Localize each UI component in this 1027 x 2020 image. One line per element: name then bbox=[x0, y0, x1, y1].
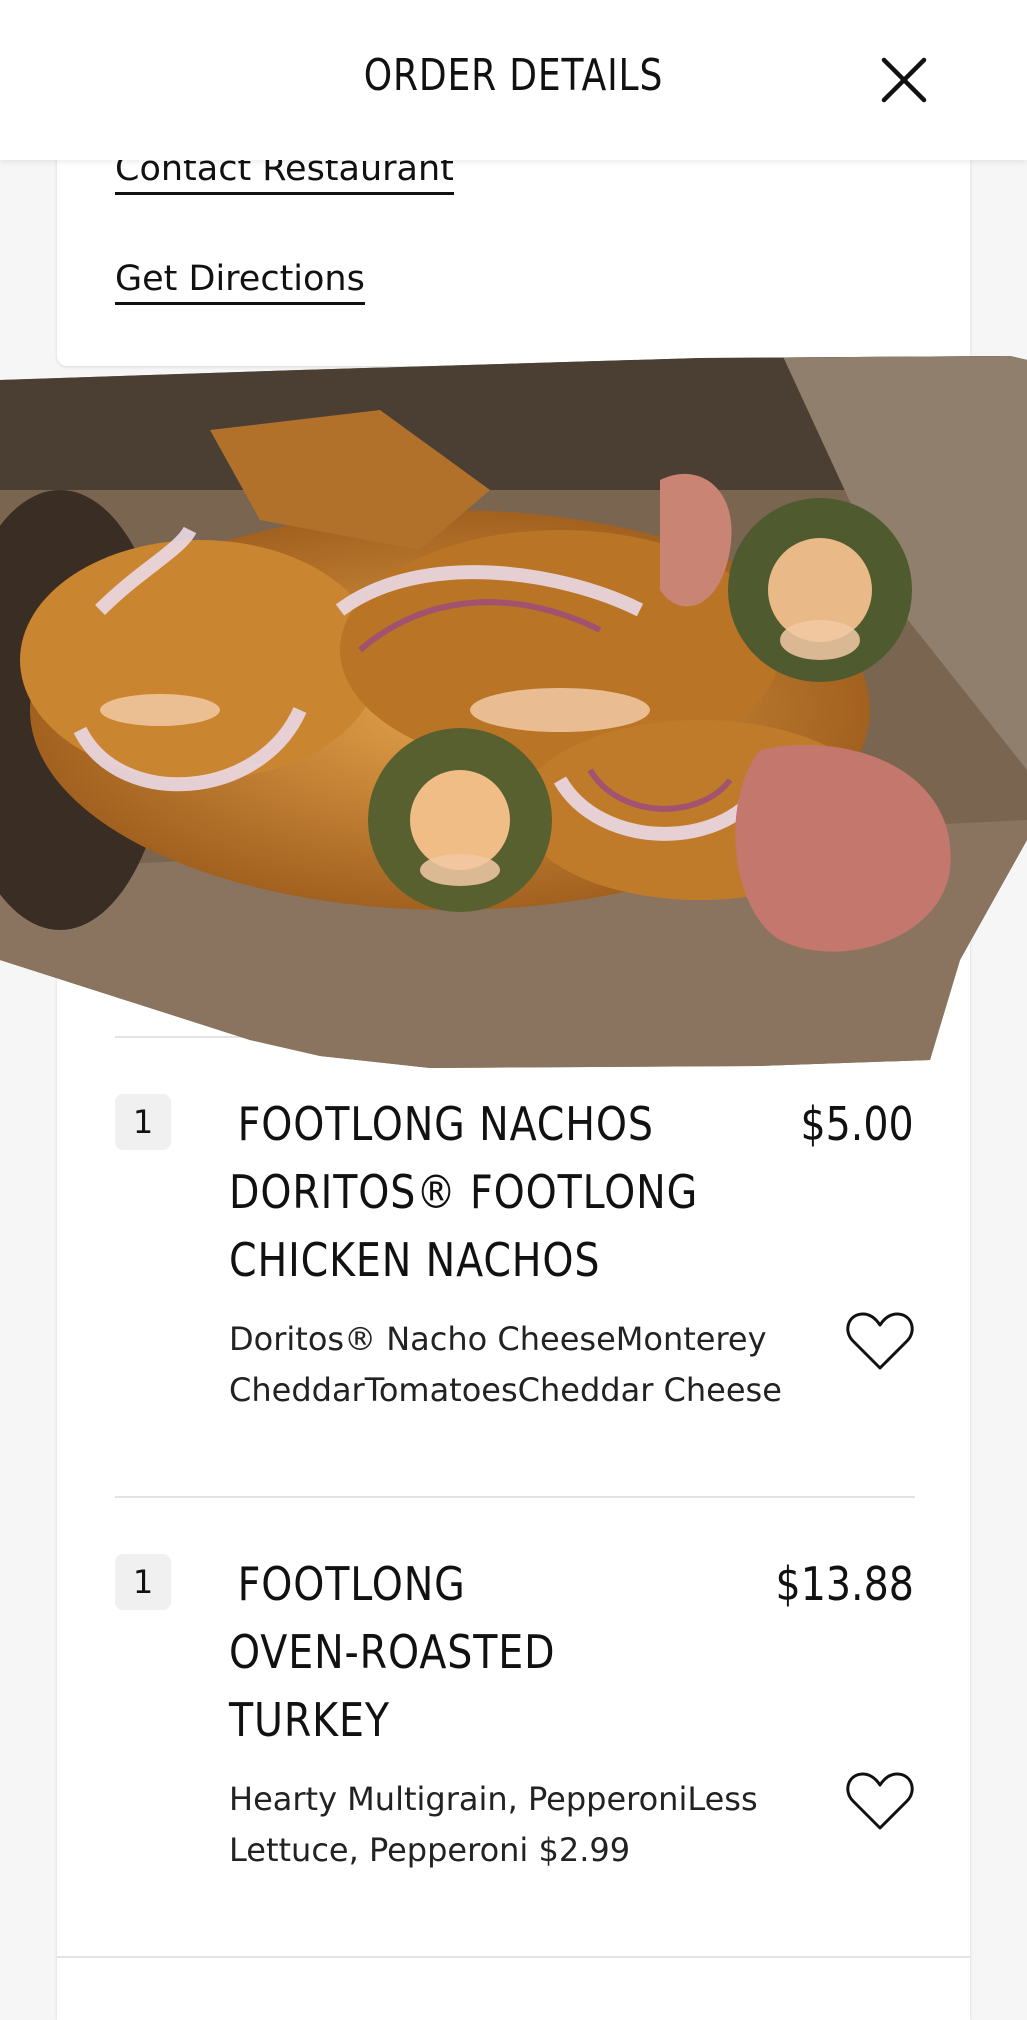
get-directions-link[interactable]: Get Directions bbox=[115, 260, 365, 305]
heart-icon bbox=[846, 1312, 914, 1370]
close-button[interactable] bbox=[876, 52, 932, 108]
quantity-badge: 1 bbox=[115, 1554, 171, 1610]
item-title: FOOTLONG NACHOS DORITOS® FOOTLONG CHICKE… bbox=[229, 1090, 699, 1294]
favorite-button[interactable] bbox=[845, 1310, 915, 1372]
item-title-line: OVEN-ROASTED bbox=[229, 1625, 556, 1679]
item-title-line: FOOTLONG bbox=[237, 1557, 466, 1611]
item-title-line: TURKEY bbox=[229, 1693, 390, 1747]
item-price: $5.00 bbox=[800, 1097, 914, 1151]
order-details-header: ORDER DETAILS bbox=[0, 0, 1027, 160]
favorite-button[interactable] bbox=[845, 1770, 915, 1832]
item-divider bbox=[57, 1956, 970, 1958]
item-description: Doritos® Nacho CheeseMonterey CheddarTom… bbox=[229, 1320, 782, 1409]
food-photo bbox=[0, 356, 1027, 1068]
item-title: FOOTLONG OVEN-ROASTED TURKEY bbox=[229, 1550, 676, 1754]
item-title-line: FOOTLONG NACHOS bbox=[237, 1097, 654, 1151]
item-price: $13.88 bbox=[775, 1557, 914, 1611]
heart-icon bbox=[846, 1772, 914, 1830]
item-divider bbox=[115, 1496, 915, 1498]
item-title-line: DORITOS® FOOTLONG bbox=[229, 1165, 699, 1219]
quantity-badge: 1 bbox=[115, 1094, 171, 1150]
item-title-line: CHICKEN NACHOS bbox=[229, 1233, 601, 1287]
page-title: ORDER DETAILS bbox=[363, 50, 664, 101]
item-description: Hearty Multigrain, PepperoniLess Lettuce… bbox=[229, 1780, 758, 1869]
close-icon bbox=[881, 57, 927, 103]
